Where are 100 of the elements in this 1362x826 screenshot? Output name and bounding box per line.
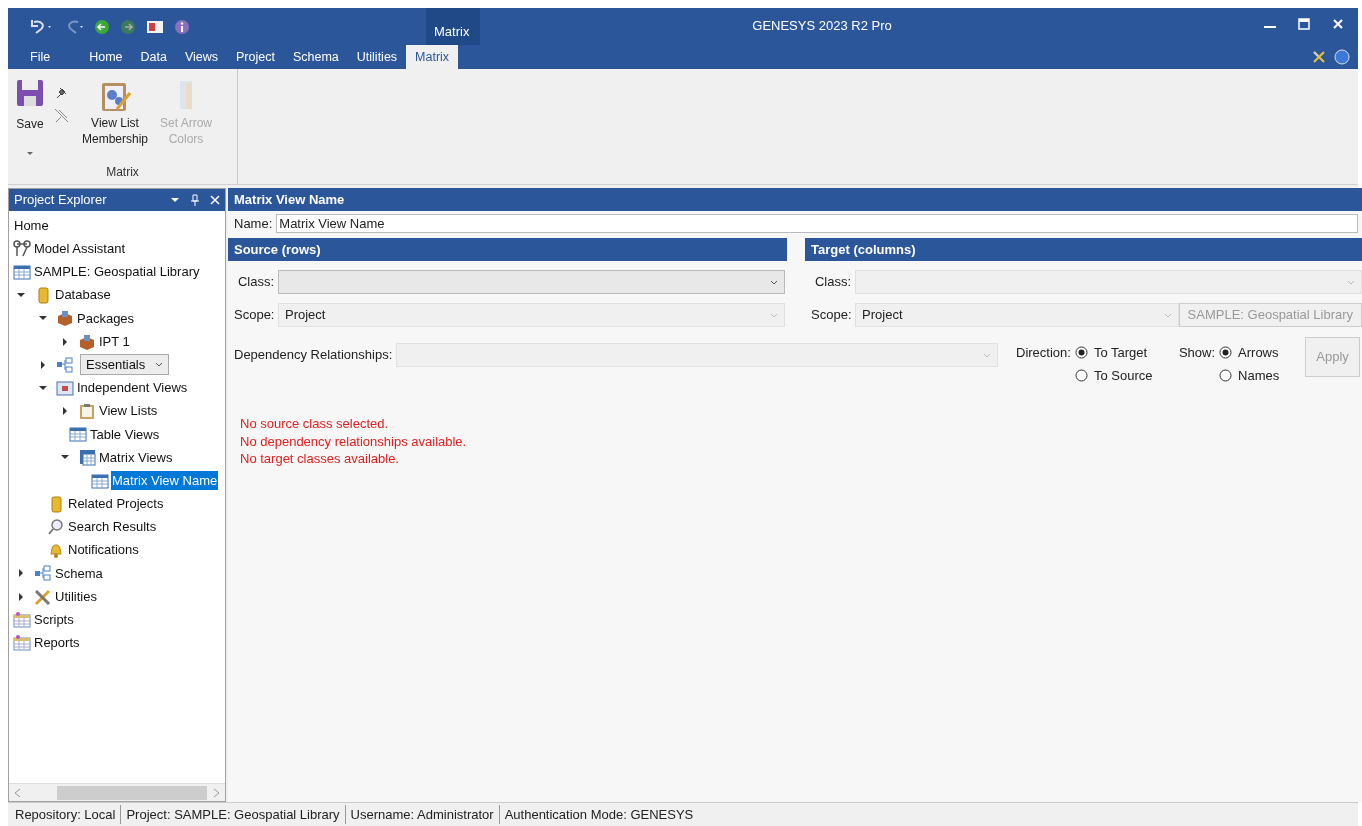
ribbon-group-label: Matrix [105,164,140,181]
back-icon[interactable] [94,18,110,35]
field-label: Show: [1178,344,1216,362]
radio-option[interactable]: To Target [1074,343,1161,363]
dropdown-icon[interactable] [170,195,180,205]
field-label: Class: [813,273,852,292]
scrollbar-thumb[interactable] [57,785,207,800]
section-header: Target (columns) [805,238,1362,261]
radio-icon[interactable] [1219,346,1233,360]
dropdown-field[interactable]: Project [278,303,786,327]
ribbon-tab[interactable]: Data [131,45,176,69]
chevron-icon [770,312,779,318]
tree-item[interactable]: IPT 1 [98,331,131,352]
tools-icon [34,587,52,606]
tree-item[interactable]: Table Views [89,424,161,445]
panel-title: Project Explorer [14,191,108,210]
tree-item[interactable]: Scripts [33,610,75,630]
tree-item[interactable]: Matrix View Name [111,470,219,491]
field-label: Scope: [811,306,852,325]
magnifier-icon [47,518,65,537]
tree-item[interactable]: Home [13,215,50,236]
grid-icon [78,448,96,467]
horizontal-scrollbar[interactable] [9,783,225,801]
chevron-icon [983,352,991,358]
essentials-dropdown[interactable]: Essentials [80,354,170,376]
chevron-icon [770,279,779,285]
tree-item[interactable]: Independent Views [76,378,189,398]
chevron-icon [1347,279,1356,285]
window-icon [56,378,74,397]
error-message: No source class selected. [240,415,390,433]
radio-icon[interactable] [1219,368,1233,382]
dropdown-field[interactable] [278,270,786,294]
radio-icon[interactable] [1074,346,1088,360]
status-text: Authentication Mode: GENESYS [498,804,699,825]
section-header: Matrix View Name [228,188,1362,211]
undo-icon[interactable] [30,17,52,36]
calendar-icon [13,610,31,629]
field-label: Class: [236,273,274,292]
unpin-icon[interactable] [54,108,69,123]
view-list-membership-button[interactable]: View List Membership [79,79,151,163]
save-button[interactable]: Save [16,79,44,163]
radio-icon[interactable] [1074,368,1088,382]
window-title: GENESYS 2023 R2 Pro [752,17,893,35]
id-card-icon[interactable] [146,18,164,35]
tree-item[interactable]: Model Assistant [33,239,127,259]
box-icon [56,309,74,328]
forward-icon[interactable] [120,18,136,35]
expand-arrow-icon[interactable] [60,406,70,417]
radio-option[interactable]: To Source [1074,365,1161,385]
chevron-icon [1163,312,1172,318]
tree-item[interactable]: View Lists [98,401,159,421]
name-field[interactable]: Matrix View Name [276,214,1359,233]
expand-arrow-icon[interactable] [60,336,70,347]
tree-item[interactable]: Notifications [67,540,140,560]
tree-item[interactable]: Search Results [67,517,158,537]
tree-item[interactable]: Related Projects [67,494,165,514]
section-header: Source (rows) [228,238,788,261]
dropdown-field[interactable] [396,343,998,367]
radio-option[interactable]: Arrows [1219,343,1286,363]
tree-item[interactable]: Reports [33,633,81,653]
close-icon[interactable] [210,195,220,205]
expand-arrow-icon[interactable] [16,568,26,579]
ribbon-tab[interactable]: Schema [283,45,348,69]
error-message: No target classes available. [240,450,400,468]
close-icon[interactable] [1332,18,1344,30]
ribbon-tab[interactable]: Utilities [347,45,407,69]
expand-arrow-icon[interactable] [38,359,48,370]
tree-item[interactable]: Schema [54,563,104,584]
ribbon-tab[interactable]: Matrix [406,45,459,69]
compass-icon [13,239,31,258]
tree-item[interactable]: SAMPLE: Geospatial Library [33,262,201,282]
tree-item[interactable]: Database [54,285,112,305]
dropdown-field[interactable] [855,270,1362,294]
diagram-icon [34,564,52,583]
pin-icon[interactable] [190,194,200,206]
ribbon-tab[interactable]: Project [227,45,284,69]
dropdown-field[interactable]: Project [855,303,1179,327]
tree-item[interactable]: Packages [76,308,136,329]
tree-item[interactable]: Matrix Views [98,447,174,468]
field-label: Dependency Relationships: [234,346,393,365]
error-message: No dependency relationships available. [240,432,468,450]
maximize-icon[interactable] [1298,18,1310,30]
expand-arrow-icon[interactable] [16,591,26,602]
ribbon-tab[interactable]: Views [175,45,228,69]
table-icon [69,425,87,444]
table-icon [13,262,31,281]
tools-icon[interactable] [1312,50,1326,64]
info-icon[interactable] [174,18,190,35]
pin-icon[interactable] [54,85,69,100]
ribbon-tab[interactable]: File [20,45,61,69]
field-label: Name: [234,214,273,233]
status-text: Username: Administrator [344,804,499,825]
status-text: Project: SAMPLE: Geospatial Library [120,804,345,825]
ribbon-tab[interactable]: Home [80,45,132,69]
table-icon [91,471,109,490]
tree-item[interactable]: Utilities [54,586,98,607]
clipboard-icon [78,402,96,421]
diagram-icon [56,355,74,374]
radio-option[interactable]: Names [1219,365,1286,385]
field-label: Direction: [1016,344,1071,362]
